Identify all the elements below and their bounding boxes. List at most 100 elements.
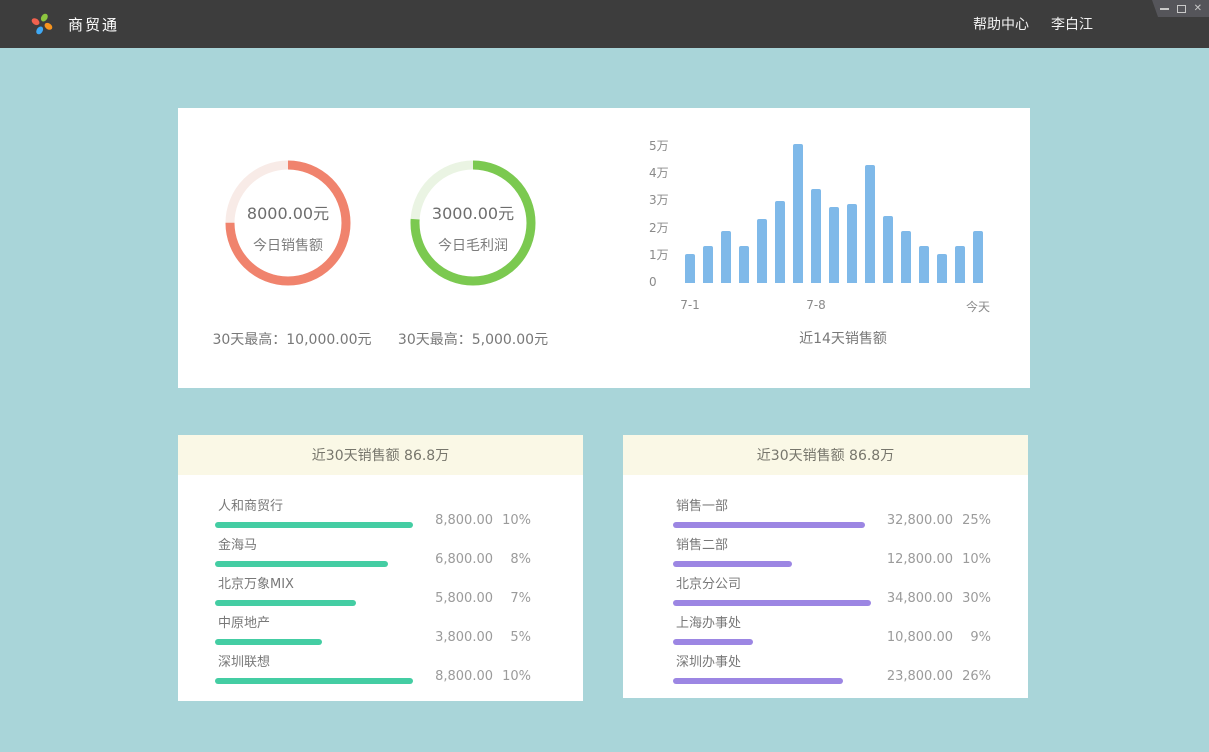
sales-bar (739, 246, 749, 283)
rank-row-values: 8,800.0010% (415, 513, 531, 529)
rank-row-amount: 23,800.00 (875, 669, 953, 685)
sales-bar (829, 207, 839, 283)
sales-bar (901, 231, 911, 283)
rank-row-amount: 6,800.00 (415, 552, 493, 568)
rank-row-percent: 7% (493, 591, 531, 607)
y-axis: 5万 4万 3万 2万 1万 0 (649, 138, 669, 290)
rank-row-values: 6,800.008% (415, 552, 531, 568)
rank-row-percent: 5% (493, 630, 531, 646)
user-menu[interactable]: 李白江 (1051, 14, 1093, 34)
rank-row-percent: 10% (493, 513, 531, 529)
app-logo-pinwheel-icon (29, 11, 55, 37)
y-tick-label: 1万 (649, 247, 669, 263)
today-profit-label: 今日毛利润 (438, 235, 508, 255)
rank-row-percent: 10% (953, 552, 991, 568)
minimize-icon[interactable] (1160, 8, 1169, 10)
sales-bar (847, 204, 857, 283)
today-sales-label: 今日销售额 (253, 235, 323, 255)
rank-row-bar (215, 639, 322, 645)
rank-row: 金海马6,800.008% (178, 529, 583, 568)
rank-row-bar (673, 678, 843, 684)
window-controls: ✕ (1152, 0, 1209, 17)
department-rank-list: 销售一部32,800.0025%销售二部12,800.0010%北京分公司34,… (623, 475, 1028, 685)
rank-row-values: 3,800.005% (415, 630, 531, 646)
sales-bars (685, 133, 983, 283)
sales-bar (865, 165, 875, 283)
today-sales-value: 8000.00元 (247, 200, 329, 224)
overview-card: 8000.00元 今日销售额 30天最高：10,000.00元 3000.00元… (178, 108, 1030, 388)
help-center-link[interactable]: 帮助中心 (973, 14, 1029, 34)
customer-rank-list: 人和商贸行8,800.0010%金海马6,800.008%北京万象MIX5,80… (178, 475, 583, 685)
sales-bar (721, 231, 731, 283)
rank-row-bar (215, 600, 356, 606)
rank-row-amount: 8,800.00 (415, 513, 493, 529)
sales-bar (793, 144, 803, 283)
rank-row: 北京分公司34,800.0030% (623, 568, 1028, 607)
rank-row: 上海办事处10,800.009% (623, 607, 1028, 646)
y-tick-label: 2万 (649, 220, 669, 236)
sales-bar (757, 219, 767, 283)
customer-rank-title: 近30天销售额 86.8万 (178, 435, 583, 475)
sales-bar (937, 254, 947, 283)
rank-row-amount: 3,800.00 (415, 630, 493, 646)
x-tick-label: 今天 (966, 298, 990, 315)
rank-row: 销售二部12,800.0010% (623, 529, 1028, 568)
rank-row-amount: 32,800.00 (875, 513, 953, 529)
rank-row-label: 北京万象MIX (218, 577, 415, 593)
rank-row-label: 销售二部 (676, 538, 875, 554)
department-rank-title: 近30天销售额 86.8万 (623, 435, 1028, 475)
sales-bar (703, 246, 713, 283)
rank-row-label: 金海马 (218, 538, 415, 554)
rank-row-values: 5,800.007% (415, 591, 531, 607)
today-sales-gauge: 8000.00元 今日销售额 (225, 160, 351, 286)
sales-bar (883, 216, 893, 283)
rank-row-label: 深圳联想 (218, 655, 415, 671)
department-rank-card: 近30天销售额 86.8万 销售一部32,800.0025%销售二部12,800… (623, 435, 1028, 698)
y-tick-label: 5万 (649, 138, 669, 154)
sales-bar (955, 246, 965, 283)
rank-row-amount: 8,800.00 (415, 669, 493, 685)
today-profit-gauge: 3000.00元 今日毛利润 (410, 160, 536, 286)
rank-row-values: 8,800.0010% (415, 669, 531, 685)
rank-row-percent: 25% (953, 513, 991, 529)
x-tick-label: 7-1 (680, 298, 700, 312)
rank-row-values: 10,800.009% (875, 630, 991, 646)
rank-row-percent: 8% (493, 552, 531, 568)
rank-row-amount: 34,800.00 (875, 591, 953, 607)
customer-rank-card: 近30天销售额 86.8万 人和商贸行8,800.0010%金海马6,800.0… (178, 435, 583, 701)
rank-row-bar (215, 678, 413, 684)
rank-row-percent: 26% (953, 669, 991, 685)
rank-row-bar (673, 639, 753, 645)
rank-row-bar (673, 522, 865, 528)
maximize-icon[interactable] (1177, 5, 1186, 13)
rank-row: 深圳联想8,800.0010% (178, 646, 583, 685)
rank-row-bar (215, 522, 413, 528)
rank-row-label: 中原地产 (218, 616, 415, 632)
today-profit-value: 3000.00元 (432, 200, 514, 224)
rank-row: 北京万象MIX5,800.007% (178, 568, 583, 607)
y-tick-label: 3万 (649, 192, 669, 208)
sales-bar (919, 246, 929, 283)
rank-row-label: 北京分公司 (676, 577, 875, 593)
rank-row-bar (673, 561, 792, 567)
rank-row-amount: 10,800.00 (875, 630, 953, 646)
rank-row: 中原地产3,800.005% (178, 607, 583, 646)
bar-chart-title: 近14天销售额 (685, 328, 1001, 348)
rank-row-bar (215, 561, 388, 567)
rank-row: 人和商贸行8,800.0010% (178, 490, 583, 529)
rank-row-label: 人和商贸行 (218, 499, 415, 515)
rank-row-values: 23,800.0026% (875, 669, 991, 685)
y-tick-label: 4万 (649, 165, 669, 181)
app-title: 商贸通 (68, 14, 119, 35)
rank-row-amount: 12,800.00 (875, 552, 953, 568)
y-tick-label: 0 (649, 274, 669, 290)
rank-row-label: 上海办事处 (676, 616, 875, 632)
rank-row-bar (673, 600, 871, 606)
close-icon[interactable]: ✕ (1194, 4, 1202, 14)
sales-bar (973, 231, 983, 283)
rank-row-label: 销售一部 (676, 499, 875, 515)
rank-row: 销售一部32,800.0025% (623, 490, 1028, 529)
rank-row: 深圳办事处23,800.0026% (623, 646, 1028, 685)
sales-bar (811, 189, 821, 283)
rank-row-percent: 9% (953, 630, 991, 646)
